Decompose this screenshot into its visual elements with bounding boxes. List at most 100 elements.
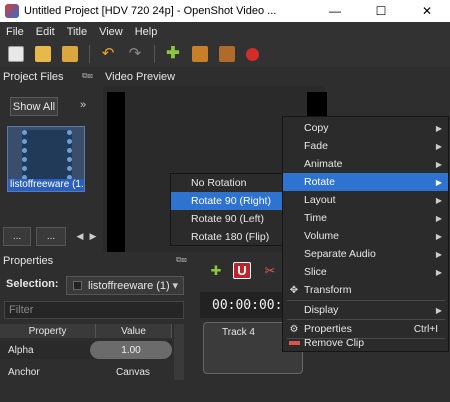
move-arrows-icon: ✥ <box>289 284 299 296</box>
menu-bar: File Edit Title View Help <box>0 22 450 41</box>
submenu-arrow-icon: ▶ <box>435 231 442 241</box>
property-name-alpha: Alpha <box>8 345 34 356</box>
menu-item-rotate[interactable]: Rotate ▶ <box>283 173 448 191</box>
clip-swatch-icon <box>73 281 82 290</box>
rotate-submenu: No Rotation Rotate 90 (Right) Rotate 90 … <box>170 173 283 246</box>
filter-input[interactable]: Filter <box>4 301 184 319</box>
property-value-alpha[interactable]: 1.00 <box>90 341 172 359</box>
submenu-arrow-icon: ▶ <box>435 123 442 133</box>
project-file-item[interactable]: listoffreeware (1... <box>7 126 85 192</box>
video-preview-title: Video Preview <box>105 71 176 83</box>
toolbar-separator <box>89 45 90 63</box>
close-button[interactable]: ✕ <box>404 0 450 22</box>
animate-label: Animate <box>304 158 343 170</box>
import-files-icon[interactable]: ✚ <box>165 46 181 62</box>
razor-icon[interactable]: ✂ <box>261 262 279 279</box>
selection-dropdown[interactable]: listoffreeware (1) ▾ <box>66 276 184 295</box>
add-track-icon[interactable]: ✚ <box>207 262 225 279</box>
copy-label: Copy <box>304 122 329 134</box>
transform-label: Transform <box>304 284 352 296</box>
property-name-anchor: Anchor <box>8 367 40 378</box>
slice-label: Slice <box>304 266 327 278</box>
menu-item-rotate-90-right[interactable]: Rotate 90 (Right) <box>171 192 282 210</box>
submenu-arrow-icon: ▶ <box>435 159 442 169</box>
openshot-window: Untitled Project [HDV 720 24p] - OpenSho… <box>0 0 450 402</box>
column-header-property[interactable]: Property <box>0 324 96 338</box>
property-value-anchor[interactable]: Canvas <box>116 367 150 378</box>
menu-title[interactable]: Title <box>67 26 87 38</box>
redo-icon[interactable]: ↷ <box>127 46 143 62</box>
menu-help[interactable]: Help <box>135 26 158 38</box>
menu-edit[interactable]: Edit <box>36 26 55 38</box>
dock-float-close-icon[interactable]: ⧉⊠ <box>176 255 187 265</box>
undo-icon[interactable]: ↶ <box>100 46 116 62</box>
menu-item-display[interactable]: Display ▶ <box>283 301 448 319</box>
fade-label: Fade <box>304 140 328 152</box>
menu-item-fade[interactable]: Fade ▶ <box>283 137 448 155</box>
clip-context-menu: Copy ▶ Fade ▶ Animate ▶ Rotate ▶ Layout ▶ Tim… <box>282 116 449 352</box>
rotate-label: Rotate <box>304 176 335 188</box>
tab-1-label: ... <box>12 231 22 242</box>
title-bar: Untitled Project [HDV 720 24p] - OpenSho… <box>0 0 450 22</box>
menu-file[interactable]: File <box>6 26 24 38</box>
export-video-icon[interactable] <box>246 47 259 61</box>
menu-item-layout[interactable]: Layout ▶ <box>283 191 448 209</box>
show-all-button[interactable]: Show All <box>10 97 58 116</box>
selection-value: listoffreeware (1) <box>88 279 170 292</box>
menu-item-rotate-180-flip[interactable]: Rotate 180 (Flip) <box>171 228 282 246</box>
volume-label: Volume <box>304 230 340 242</box>
properties-shortcut: Ctrl+I <box>413 323 438 335</box>
layout-label: Layout <box>304 194 336 206</box>
menu-item-transform[interactable]: ✥ Transform <box>283 281 448 299</box>
snap-magnet-icon[interactable]: U <box>233 262 251 279</box>
project-files-title: Project Files <box>3 71 64 83</box>
submenu-arrow-icon: ▶ <box>435 195 442 205</box>
menu-item-copy[interactable]: Copy ▶ <box>283 119 448 137</box>
video-canvas-left <box>107 92 125 252</box>
chevron-down-icon: ▾ <box>172 280 178 292</box>
project-file-name: listoffreeware (1... <box>8 179 84 191</box>
submenu-arrow-icon: ▶ <box>435 305 442 315</box>
new-project-icon[interactable] <box>8 46 24 62</box>
menu-item-volume[interactable]: Volume ▶ <box>283 227 448 245</box>
menu-item-remove-clip[interactable]: Remove Clip <box>283 334 448 352</box>
more-filters-icon[interactable]: » <box>80 99 86 111</box>
separate-audio-label: Separate Audio <box>304 248 376 260</box>
fullscreen-icon[interactable] <box>219 46 235 62</box>
remove-clip-label: Remove Clip <box>304 337 365 349</box>
tab-scroll-left-icon[interactable]: ◀ <box>75 227 85 246</box>
maximize-button[interactable]: ☐ <box>358 0 404 22</box>
track-label: Track 4 <box>222 327 255 338</box>
submenu-arrow-icon: ▶ <box>435 141 442 151</box>
project-files-tab-1[interactable]: ... <box>3 227 31 246</box>
menu-item-slice[interactable]: Slice ▶ <box>283 263 448 281</box>
tab-scroll-right-icon[interactable]: ▶ <box>88 227 98 246</box>
tab-2-label: ... <box>46 231 56 242</box>
submenu-arrow-icon: ▶ <box>435 267 442 277</box>
dock-float-close-icon[interactable]: ⧉⊠ <box>82 71 93 81</box>
video-file-icon <box>22 130 72 180</box>
openshot-logo-icon <box>5 4 19 18</box>
window-title: Untitled Project [HDV 720 24p] - OpenSho… <box>24 5 277 17</box>
selection-label: Selection: <box>6 278 59 290</box>
save-project-icon[interactable] <box>62 46 78 62</box>
menu-item-animate[interactable]: Animate ▶ <box>283 155 448 173</box>
project-files-tab-2[interactable]: ... <box>36 227 66 246</box>
main-toolbar: ↶ ↷ ✚ <box>0 41 450 67</box>
minimize-button[interactable]: — <box>312 0 358 22</box>
profile-icon[interactable] <box>192 46 208 62</box>
menu-view[interactable]: View <box>99 26 123 38</box>
submenu-arrow-icon: ▶ <box>435 249 442 259</box>
properties-scrollbar[interactable] <box>174 324 184 380</box>
remove-icon <box>288 337 300 349</box>
menu-item-time[interactable]: Time ▶ <box>283 209 448 227</box>
time-label: Time <box>304 212 327 224</box>
menu-item-no-rotation[interactable]: No Rotation <box>171 174 282 192</box>
toolbar-separator <box>154 45 155 63</box>
column-header-value[interactable]: Value <box>96 324 172 338</box>
display-label: Display <box>304 304 339 316</box>
menu-item-rotate-90-left[interactable]: Rotate 90 (Left) <box>171 210 282 228</box>
open-project-icon[interactable] <box>35 46 51 62</box>
submenu-arrow-icon: ▶ <box>435 177 442 187</box>
menu-item-separate-audio[interactable]: Separate Audio ▶ <box>283 245 448 263</box>
